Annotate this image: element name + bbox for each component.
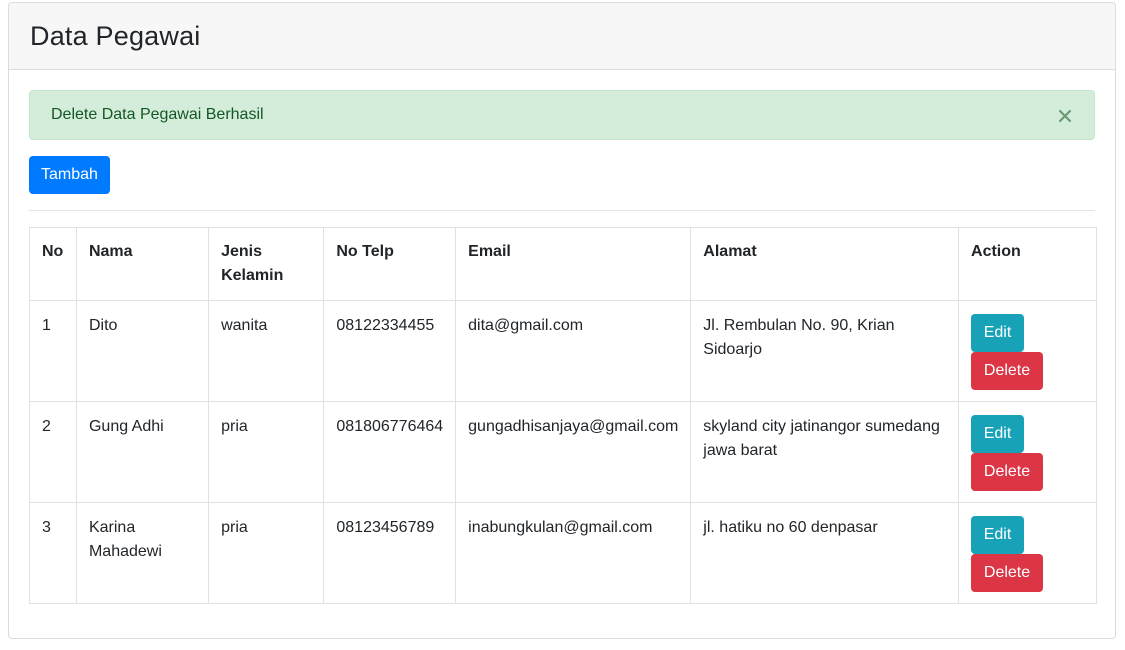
cell-nama: Dito	[75, 300, 210, 402]
tambah-button[interactable]: Tambah	[29, 156, 110, 194]
cell-jenis-kelamin: pria	[208, 502, 325, 604]
column-header-alamat: Alamat	[690, 227, 960, 301]
edit-button[interactable]: Edit	[971, 415, 1025, 453]
delete-button[interactable]: Delete	[971, 554, 1044, 592]
cell-alamat: jl. hatiku no 60 denpasar	[690, 502, 960, 604]
data-pegawai-card: Data Pegawai Delete Data Pegawai Berhasi…	[8, 2, 1116, 639]
cell-email: inabungkulan@gmail.com	[455, 502, 692, 604]
cell-no-telp: 08123456789	[323, 502, 457, 604]
column-header-email: Email	[455, 227, 692, 301]
cell-jenis-kelamin: pria	[208, 401, 325, 503]
column-header-action: Action	[958, 227, 1097, 301]
pegawai-table: No Nama Jenis Kelamin No Telp Email Alam…	[29, 227, 1097, 604]
table-row: 3 Karina Mahadewi pria 08123456789 inabu…	[29, 502, 1097, 604]
page-title: Data Pegawai	[30, 20, 201, 51]
table-row: 1 Dito wanita 08122334455 dita@gmail.com…	[29, 300, 1097, 402]
edit-button[interactable]: Edit	[971, 516, 1025, 554]
alert-close-button[interactable]	[1056, 106, 1074, 126]
cell-jenis-kelamin: wanita	[208, 300, 325, 402]
cell-no: 3	[29, 502, 77, 604]
column-header-jenis-kelamin: Jenis Kelamin	[208, 227, 325, 301]
edit-button[interactable]: Edit	[971, 314, 1025, 352]
cell-no: 1	[29, 300, 77, 402]
cell-no-telp: 081806776464	[323, 401, 457, 503]
cell-nama: Karina Mahadewi	[75, 502, 210, 604]
cell-alamat: skyland city jatinangor sumedang jawa ba…	[690, 401, 960, 503]
column-header-nama: Nama	[75, 227, 210, 301]
cell-action: Edit Delete	[958, 401, 1097, 503]
cell-email: gungadhisanjaya@gmail.com	[455, 401, 692, 503]
cell-alamat: Jl. Rembulan No. 90, Krian Sidoarjo	[690, 300, 960, 402]
column-header-no: No	[29, 227, 77, 301]
delete-button[interactable]: Delete	[971, 453, 1044, 491]
column-header-no-telp: No Telp	[323, 227, 457, 301]
table-header-row: No Nama Jenis Kelamin No Telp Email Alam…	[29, 227, 1097, 301]
delete-button[interactable]: Delete	[971, 352, 1044, 390]
cell-no: 2	[29, 401, 77, 503]
divider	[29, 210, 1095, 211]
card-body: Delete Data Pegawai Berhasil Tambah No N…	[9, 70, 1115, 604]
cell-email: dita@gmail.com	[455, 300, 692, 402]
cell-nama: Gung Adhi	[75, 401, 210, 503]
alert-message: Delete Data Pegawai Berhasil	[51, 106, 264, 123]
cell-action: Edit Delete	[958, 300, 1097, 402]
card-header: Data Pegawai	[9, 3, 1115, 70]
cell-no-telp: 08122334455	[323, 300, 457, 402]
close-icon	[1059, 110, 1071, 122]
table-row: 2 Gung Adhi pria 081806776464 gungadhisa…	[29, 401, 1097, 503]
success-alert: Delete Data Pegawai Berhasil	[29, 90, 1095, 140]
cell-action: Edit Delete	[958, 502, 1097, 604]
